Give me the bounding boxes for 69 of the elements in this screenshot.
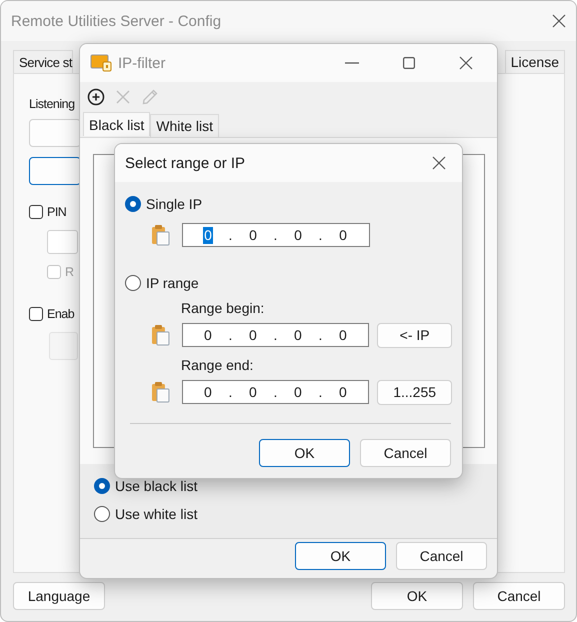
- language-button[interactable]: Language: [13, 582, 105, 610]
- octet-value: 0: [338, 226, 348, 244]
- radio-button[interactable]: [94, 506, 110, 522]
- minimize-icon[interactable]: [345, 62, 359, 64]
- octet-value: 0: [293, 384, 303, 400]
- clipboard-icon[interactable]: [151, 324, 170, 346]
- pin-field[interactable]: [47, 230, 78, 254]
- button[interactable]: [29, 157, 81, 185]
- radio-label: Single IP: [146, 196, 202, 212]
- cancel-button[interactable]: Cancel: [473, 582, 565, 610]
- octet-separator: .: [272, 384, 278, 400]
- tab[interactable]: Service st: [13, 50, 74, 73]
- checkbox-label: R: [65, 265, 74, 279]
- ip-address-field[interactable]: 0 . 0 . 0 . 0: [182, 323, 370, 347]
- octet-separator: .: [317, 327, 324, 343]
- octet-value: 0: [248, 226, 258, 244]
- tab[interactable]: License: [504, 50, 565, 73]
- ok-button[interactable]: OK: [259, 439, 350, 467]
- tab[interactable]: Black list: [83, 112, 150, 136]
- checkbox[interactable]: [29, 205, 43, 219]
- full-range-button[interactable]: 1...255: [377, 380, 452, 404]
- octet-separator: .: [227, 384, 234, 400]
- octet-value: 0: [338, 384, 348, 400]
- tab[interactable]: White list: [150, 114, 220, 137]
- clipboard-icon[interactable]: [151, 381, 170, 403]
- close-icon[interactable]: [552, 14, 566, 28]
- field-label: Range end:: [181, 357, 254, 375]
- octet-value: 0: [203, 326, 213, 344]
- octet-value: 0: [248, 326, 258, 344]
- octet-separator: .: [227, 327, 234, 343]
- cancel-button[interactable]: Cancel: [396, 542, 487, 570]
- octet-value: 0: [203, 384, 213, 400]
- radio-label: IP range: [146, 275, 199, 291]
- close-icon[interactable]: [459, 56, 473, 70]
- checkbox-label: PIN: [47, 205, 66, 219]
- octet-value: 0: [338, 326, 348, 344]
- octet-value: 0: [293, 226, 303, 244]
- octet-separator: .: [228, 227, 234, 243]
- octet-separator: .: [272, 327, 278, 343]
- radio-button[interactable]: [125, 196, 141, 212]
- copy-ip-button[interactable]: <- IP: [377, 322, 452, 348]
- ip-address-field[interactable]: 0 . 0 . 0 . 0: [182, 223, 370, 247]
- radio-label: Use black list: [115, 478, 198, 494]
- field-label: Range begin:: [181, 300, 266, 318]
- dialog-title: Select range or IP: [125, 154, 246, 172]
- clipboard-icon[interactable]: [151, 224, 170, 246]
- octet-value: 0: [293, 326, 303, 344]
- close-icon[interactable]: [432, 156, 446, 170]
- octet-separator: .: [272, 227, 278, 243]
- monitor-lock-icon: [90, 53, 112, 73]
- window-title: Remote Utilities Server - Config: [11, 12, 222, 30]
- ok-button[interactable]: OK: [295, 542, 386, 570]
- octet-separator: .: [318, 227, 324, 243]
- radio-label: Use white list: [115, 506, 198, 522]
- maximize-icon[interactable]: [403, 57, 415, 69]
- checkbox-label: Enab: [47, 307, 74, 321]
- cancel-button[interactable]: Cancel: [360, 439, 451, 467]
- octet-separator: .: [317, 384, 324, 400]
- text-field[interactable]: [49, 332, 78, 360]
- radio-button[interactable]: [125, 275, 141, 291]
- checkbox[interactable]: [29, 307, 43, 321]
- radio-button[interactable]: [94, 478, 110, 494]
- octet-value: 0: [203, 226, 213, 244]
- add-icon[interactable]: [87, 88, 105, 106]
- window-title: IP-filter: [118, 54, 166, 72]
- ip-address-field[interactable]: 0 . 0 . 0 . 0: [182, 380, 370, 404]
- octet-value: 0: [248, 384, 258, 400]
- section-label: Listening: [29, 97, 76, 111]
- ok-button[interactable]: OK: [371, 582, 463, 610]
